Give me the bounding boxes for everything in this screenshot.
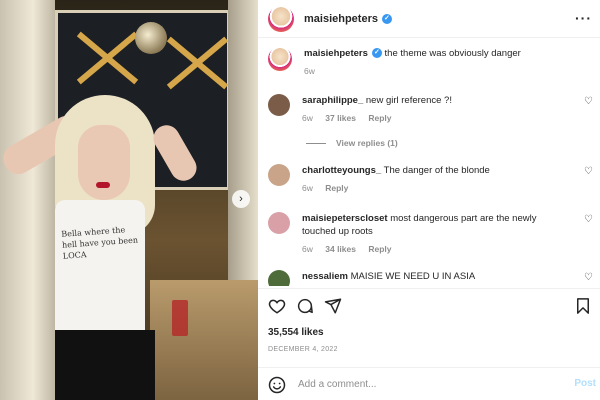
- disco-ball: [135, 22, 167, 54]
- avatar[interactable]: [268, 212, 290, 234]
- chevron-right-icon[interactable]: ›: [232, 190, 250, 208]
- comment-text: new girl reference ?!: [365, 95, 452, 106]
- bookmark-icon[interactable]: [574, 297, 592, 315]
- verified-badge-icon: ✓: [381, 13, 392, 24]
- post-button[interactable]: Post: [574, 378, 596, 389]
- comment-username[interactable]: nessaliem: [302, 271, 348, 282]
- add-comment-bar: Post: [258, 367, 600, 400]
- comment-text: The danger of the blonde: [383, 165, 490, 176]
- comment-age: 6w: [302, 113, 313, 123]
- person-face: [78, 125, 130, 200]
- list-item: nessaliem MAISIE WE NEED U IN ASIA ♡: [268, 270, 593, 286]
- view-replies-button[interactable]: View replies (1): [306, 138, 398, 148]
- list-item: charlotteyoungs_ The danger of the blond…: [268, 164, 593, 195]
- comments-list[interactable]: maisiehpeters ✓ the theme was obviously d…: [258, 38, 600, 286]
- shirt-text: Bella where the hell have you been LOCA: [61, 225, 139, 261]
- list-item: saraphilippe_ new girl reference ?! 6w 3…: [268, 94, 593, 125]
- comment-age: 6w: [302, 183, 313, 193]
- avatar[interactable]: [268, 270, 290, 286]
- heart-icon[interactable]: [268, 297, 286, 315]
- verified-badge-icon: ✓: [371, 48, 382, 59]
- comment-input[interactable]: [298, 379, 548, 390]
- caption-username[interactable]: maisiehpeters ✓: [304, 48, 382, 59]
- comment-username[interactable]: saraphilippe_: [302, 95, 363, 106]
- avatar[interactable]: [268, 47, 292, 71]
- avatar[interactable]: [268, 5, 294, 32]
- share-icon[interactable]: [324, 297, 342, 315]
- reply-button[interactable]: Reply: [368, 113, 391, 123]
- comment-likes[interactable]: 37 likes: [325, 113, 356, 123]
- comment-username[interactable]: charlotteyoungs_: [302, 165, 381, 176]
- more-options-icon[interactable]: ···: [575, 10, 592, 26]
- curtain: [0, 0, 55, 400]
- caption-text: the theme was obviously danger: [384, 48, 521, 59]
- emoji-icon[interactable]: [268, 376, 286, 394]
- comment-username[interactable]: maisiepeterscloset: [302, 213, 388, 224]
- table: [150, 280, 258, 400]
- comment-icon[interactable]: [296, 297, 314, 315]
- avatar[interactable]: [268, 94, 290, 116]
- comment-likes[interactable]: 34 likes: [325, 244, 356, 254]
- reply-button[interactable]: Reply: [368, 244, 391, 254]
- caption-age: 6w: [304, 66, 315, 76]
- heart-icon[interactable]: ♡: [584, 214, 593, 225]
- heart-icon[interactable]: ♡: [584, 96, 593, 107]
- white-tank-top: [55, 200, 145, 335]
- comment-text: MAISIE WE NEED U IN ASIA: [350, 271, 476, 282]
- wine-glass: [172, 300, 188, 336]
- avatar[interactable]: [268, 164, 290, 186]
- post-photo[interactable]: Bella where the hell have you been LOCA …: [0, 0, 258, 400]
- reply-button[interactable]: Reply: [325, 183, 348, 193]
- likes-count[interactable]: 35,554 likes: [268, 327, 324, 338]
- post-date: DECEMBER 4, 2022: [268, 346, 338, 353]
- comment-age: 6w: [302, 244, 313, 254]
- post-sidebar: maisiehpeters ✓ ··· maisiehpeters ✓ the th…: [258, 0, 600, 400]
- heart-icon[interactable]: ♡: [584, 166, 593, 177]
- list-item: maisiepeterscloset most dangerous part a…: [268, 212, 593, 256]
- post-header: maisiehpeters ✓ ···: [258, 0, 600, 38]
- post-caption: maisiehpeters ✓ the theme was obviously d…: [268, 47, 521, 78]
- post-actions: 35,554 likes DECEMBER 4, 2022 Post: [258, 288, 600, 400]
- heart-icon[interactable]: ♡: [584, 272, 593, 283]
- author-username[interactable]: maisiehpeters ✓: [304, 13, 392, 25]
